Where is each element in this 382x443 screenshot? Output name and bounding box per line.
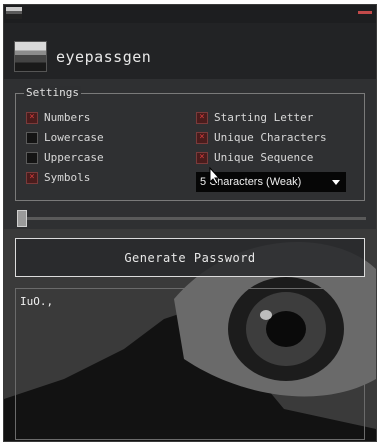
checkbox-numbers[interactable]: ×	[26, 111, 38, 124]
option-uppercase[interactable]: Uppercase	[26, 151, 104, 164]
option-label: Unique Characters	[214, 131, 327, 144]
close-icon[interactable]	[358, 11, 372, 14]
option-lowercase[interactable]: Lowercase	[26, 131, 104, 144]
settings-group: Settings × Numbers Lowercase Uppercase ×…	[15, 86, 365, 201]
app-title: eyepassgen	[56, 48, 152, 66]
option-label: Numbers	[44, 111, 91, 124]
length-slider-track[interactable]	[21, 217, 366, 220]
option-label: Unique Sequence	[214, 151, 314, 164]
checkbox-lowercase[interactable]	[26, 131, 38, 144]
option-unique-sequence[interactable]: × Unique Sequence	[196, 151, 313, 164]
checkbox-unique-sequence[interactable]: ×	[196, 151, 208, 164]
generate-password-button[interactable]: Generate Password	[15, 238, 365, 277]
app-window: eyepassgen Settings × Numbers Lowercase …	[3, 4, 377, 442]
chevron-down-icon[interactable]	[332, 179, 340, 185]
password-output[interactable]: IuO.,	[15, 288, 365, 440]
option-label: Lowercase	[44, 131, 104, 144]
option-label: Uppercase	[44, 151, 104, 164]
app-icon	[6, 7, 22, 19]
app-header: eyepassgen	[4, 35, 376, 79]
password-output-text: IuO.,	[20, 295, 54, 308]
option-symbols[interactable]: × Symbols	[26, 171, 90, 184]
logo-image	[14, 41, 47, 72]
settings-legend: Settings	[24, 86, 81, 99]
option-starting-letter[interactable]: × Starting Letter	[196, 111, 313, 124]
checkbox-starting-letter[interactable]: ×	[196, 111, 208, 124]
checkbox-symbols[interactable]: ×	[26, 171, 38, 184]
mouse-cursor-icon	[209, 167, 221, 185]
option-label: Symbols	[44, 171, 91, 184]
option-label: Starting Letter	[214, 111, 314, 124]
title-bar[interactable]	[4, 5, 376, 23]
length-slider-thumb[interactable]	[17, 210, 27, 227]
option-unique-characters[interactable]: × Unique Characters	[196, 131, 327, 144]
checkbox-uppercase[interactable]	[26, 151, 38, 164]
checkbox-unique-characters[interactable]: ×	[196, 131, 208, 144]
option-numbers[interactable]: × Numbers	[26, 111, 90, 124]
